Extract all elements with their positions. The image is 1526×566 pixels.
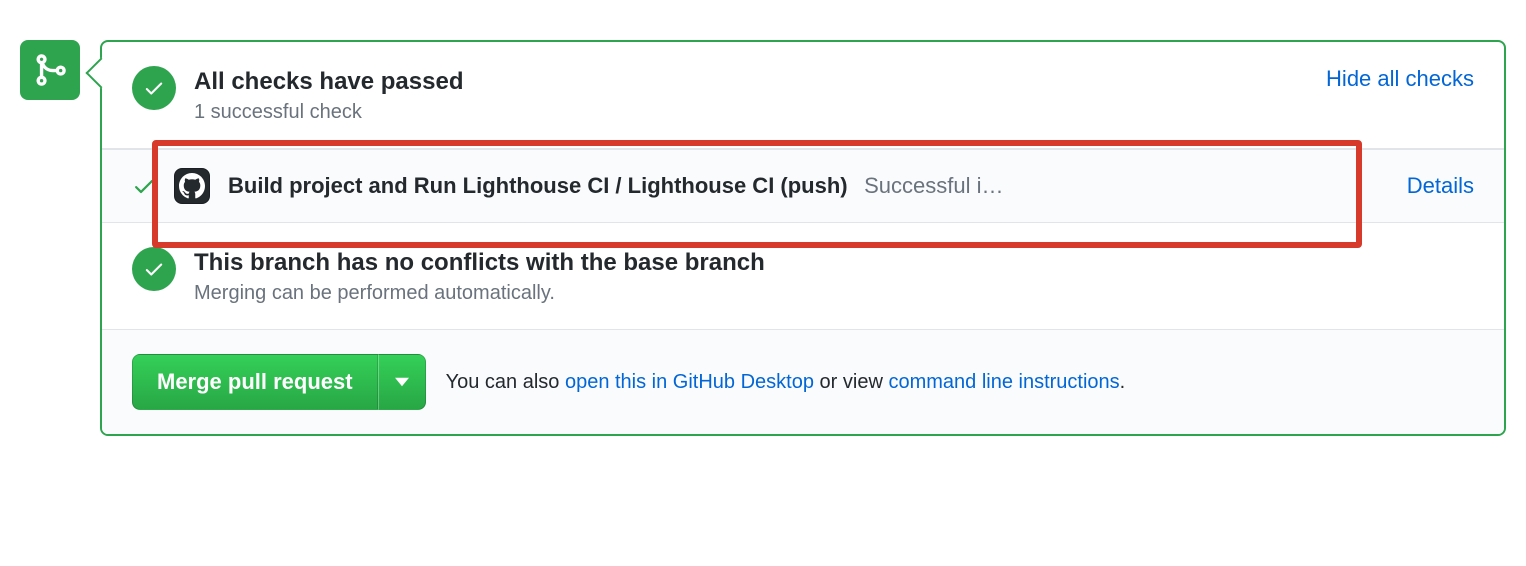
conflicts-status-circle	[132, 247, 176, 291]
check-item-status-icon	[132, 174, 156, 198]
toggle-checks-link[interactable]: Hide all checks	[1326, 66, 1474, 92]
open-desktop-link[interactable]: open this in GitHub Desktop	[565, 371, 814, 393]
merge-hint-prefix: You can also	[446, 371, 565, 393]
checks-status-circle	[132, 66, 176, 110]
git-merge-icon	[32, 52, 68, 88]
checks-summary-section: All checks have passed 1 successful chec…	[102, 42, 1504, 149]
check-icon	[132, 174, 156, 198]
merge-hint-middle: or view	[814, 371, 888, 393]
caret-down-icon	[395, 377, 409, 387]
check-item-status-text: Successful i…	[864, 173, 1003, 198]
merge-button-group: Merge pull request	[132, 354, 426, 410]
checks-title: All checks have passed	[194, 66, 1308, 97]
check-details-link[interactable]: Details	[1407, 173, 1474, 199]
merge-action-section: Merge pull request You can also open thi…	[102, 330, 1504, 434]
merge-pull-request-button[interactable]: Merge pull request	[132, 354, 378, 410]
conflicts-subtitle: Merging can be performed automatically.	[194, 282, 1474, 305]
merge-options-dropdown[interactable]	[378, 354, 426, 410]
cli-instructions-link[interactable]: command line instructions	[888, 371, 1119, 393]
check-actor-avatar	[174, 168, 210, 204]
conflicts-section: This branch has no conflicts with the ba…	[102, 223, 1504, 330]
check-item-row: Build project and Run Lighthouse CI / Li…	[102, 149, 1504, 223]
check-icon	[143, 77, 165, 99]
checks-subtitle: 1 successful check	[194, 101, 1308, 124]
conflicts-title: This branch has no conflicts with the ba…	[194, 247, 1474, 278]
merge-hint-suffix: .	[1120, 371, 1126, 393]
github-icon	[179, 173, 205, 199]
merge-panel: All checks have passed 1 successful chec…	[100, 40, 1506, 436]
merge-status-badge	[20, 40, 80, 100]
check-icon	[143, 258, 165, 280]
check-item-name: Build project and Run Lighthouse CI / Li…	[228, 173, 848, 198]
merge-hint-text: You can also open this in GitHub Desktop…	[446, 371, 1126, 394]
